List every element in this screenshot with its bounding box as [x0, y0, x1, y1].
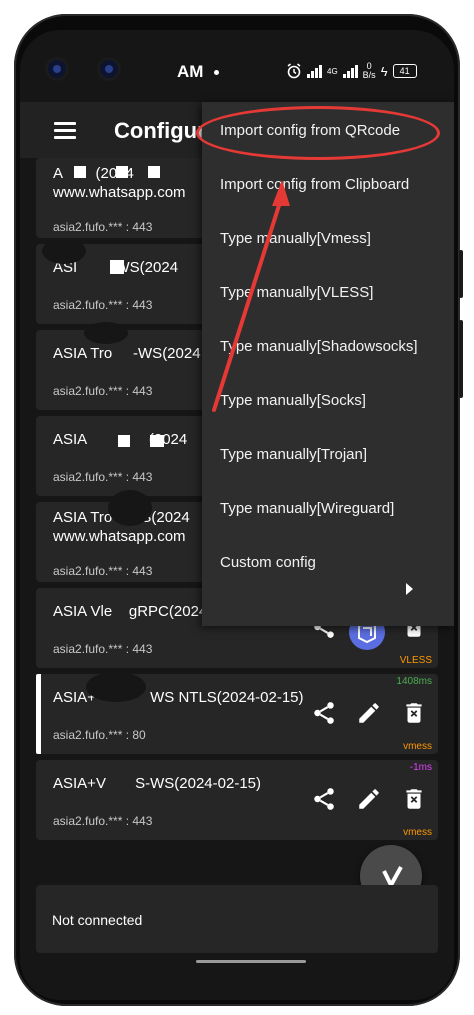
- connection-status-bar[interactable]: Not connected: [36, 885, 438, 953]
- screen: AM 4G 0 B/s ϟ 41 Configuration A (2024 ww…: [20, 30, 454, 1000]
- connection-status-text: Not connected: [52, 912, 143, 928]
- power-button: [459, 320, 463, 398]
- home-indicator[interactable]: [196, 960, 306, 963]
- volume-button: [459, 250, 463, 298]
